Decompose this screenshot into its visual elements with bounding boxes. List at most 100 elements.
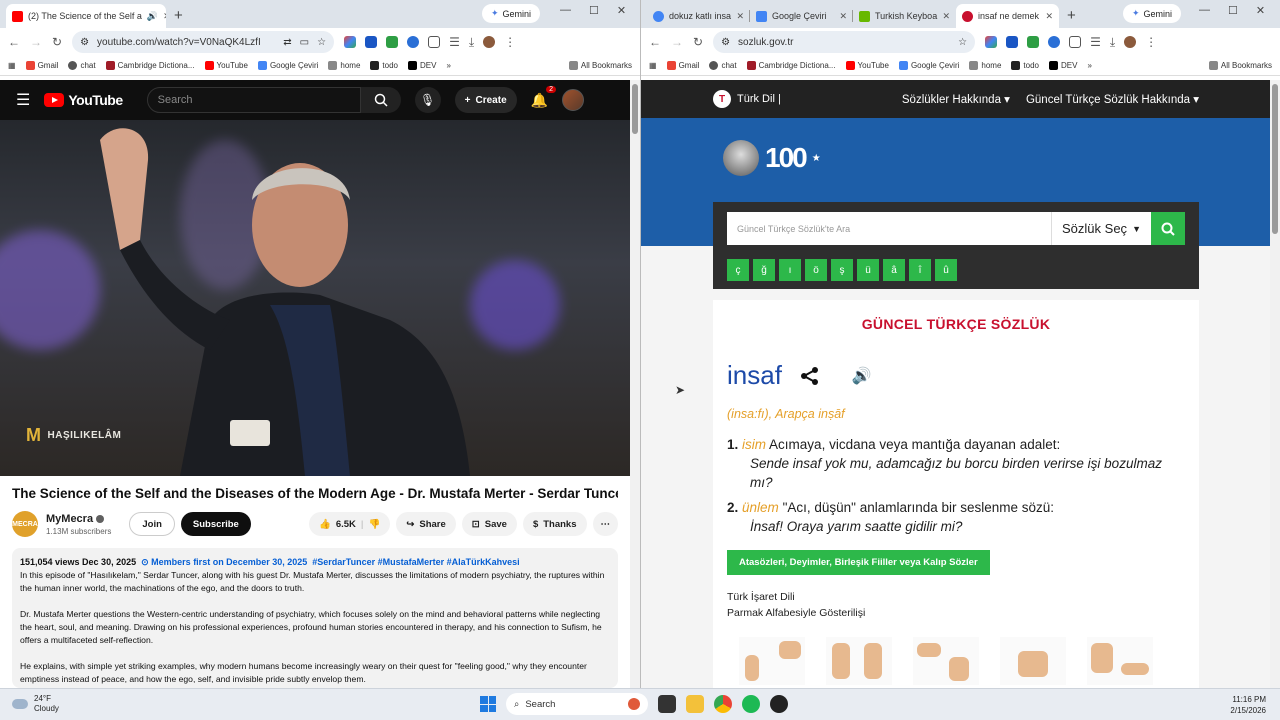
bookmark-star-icon[interactable]: ☆	[317, 37, 326, 48]
file-explorer-icon[interactable]	[686, 695, 704, 713]
thanks-button[interactable]: $ Thanks	[522, 512, 587, 536]
bookmark-todo[interactable]: todo	[1011, 61, 1039, 70]
bookmark-translate[interactable]: Google Çeviri	[257, 61, 318, 70]
close-tab-icon[interactable]: ✕	[839, 11, 847, 22]
audio-icon[interactable]: 🔊	[147, 11, 158, 22]
plus-ext-icon[interactable]	[365, 36, 378, 48]
download-icon[interactable]: ⤓	[1110, 35, 1115, 50]
gemini-button[interactable]: ✦ Gemini	[1123, 4, 1182, 23]
hashtags[interactable]: #SerdarTuncer #MustafaMerter #AlaTürkKah…	[312, 557, 519, 567]
page-scrollbar[interactable]	[630, 80, 640, 688]
profile-icon[interactable]	[1124, 36, 1137, 48]
translate-icon[interactable]: ⇄	[283, 37, 291, 48]
all-bookmarks[interactable]: All Bookmarks	[568, 61, 632, 70]
bookmark-home[interactable]: home	[328, 61, 360, 70]
github-icon[interactable]	[770, 695, 788, 713]
puzzle-icon[interactable]	[1069, 36, 1082, 48]
dictionary-search-input[interactable]: Güncel Türkçe Sözlük'te Ara	[727, 212, 1051, 245]
reload-icon[interactable]: ↻	[693, 35, 703, 49]
dictionary-select[interactable]: Sözlük Seç ▼	[1051, 212, 1151, 245]
bookmark-cambridge[interactable]: Cambridge Dictiona...	[105, 61, 195, 70]
blue-ext-icon[interactable]	[1048, 36, 1061, 48]
shield-icon[interactable]	[1027, 36, 1040, 48]
more-bookmarks-icon[interactable]: »	[1087, 61, 1091, 70]
channel-name-row[interactable]: MyMecra	[46, 513, 111, 525]
char-button[interactable]: ü	[857, 259, 879, 281]
char-button[interactable]: û	[935, 259, 957, 281]
channel-avatar[interactable]: MECRA	[12, 511, 38, 537]
tab-insaf[interactable]: insaf ne demek ✕	[956, 4, 1059, 28]
bookmark-todo[interactable]: todo	[370, 61, 398, 70]
spotify-icon[interactable]	[742, 695, 760, 713]
apps-icon[interactable]: ▦	[8, 61, 16, 70]
share-icon[interactable]	[800, 366, 820, 386]
join-button[interactable]: Join	[129, 512, 175, 536]
like-button[interactable]: 👍 6.5K | 👎	[308, 512, 391, 536]
more-menu-icon[interactable]: ⋮	[504, 35, 516, 49]
chrome-ext-icon[interactable]	[344, 36, 357, 48]
reload-icon[interactable]: ↻	[52, 35, 62, 49]
windows-start-icon[interactable]	[480, 696, 496, 712]
voice-search-button[interactable]: 🎙	[414, 87, 441, 113]
bookmark-chat[interactable]: chat	[709, 61, 737, 70]
chrome-ext-icon[interactable]	[985, 36, 998, 48]
user-avatar[interactable]	[562, 89, 585, 111]
maximize-icon[interactable]: ☐	[1228, 4, 1238, 17]
save-button[interactable]: ⊡ Save	[461, 512, 517, 536]
char-button[interactable]: ö	[805, 259, 827, 281]
plus-ext-icon[interactable]	[1006, 36, 1019, 48]
close-tab-icon[interactable]: ✕	[1045, 11, 1053, 22]
more-actions-button[interactable]: ⋯	[592, 512, 618, 536]
maximize-icon[interactable]: ☐	[589, 4, 599, 17]
description-box[interactable]: 151,054 views Dec 30, 2025 ⊙ Members fir…	[12, 548, 618, 688]
more-menu-icon[interactable]: ⋮	[1145, 35, 1157, 49]
notifications-button[interactable]: 🔔 2	[531, 85, 557, 109]
system-clock[interactable]: 11:16 PM 2/15/2026	[1230, 694, 1266, 716]
gemini-button[interactable]: ✦ Gemini	[482, 4, 541, 23]
close-window-icon[interactable]: ✕	[617, 4, 626, 17]
reading-list-icon[interactable]: ☰	[1090, 35, 1101, 49]
bookmark-home[interactable]: home	[969, 61, 1001, 70]
chrome-icon[interactable]	[714, 695, 732, 713]
bookmark-star-icon[interactable]: ☆	[958, 37, 967, 48]
download-icon[interactable]: ⤓	[469, 35, 474, 50]
forward-icon[interactable]: →	[671, 35, 683, 49]
new-tab-button[interactable]: +	[1059, 7, 1084, 28]
tdk-brand[interactable]: T Türk Dil |	[713, 90, 781, 108]
create-button[interactable]: + Create	[454, 87, 517, 113]
bookmark-gmail[interactable]: Gmail	[25, 61, 58, 70]
tab-google-search[interactable]: dokuz katlı insa ✕	[647, 4, 750, 28]
site-info-icon[interactable]: ⚙	[721, 37, 730, 48]
tab-turkish-keyboard[interactable]: Turkish Keyboa ✕	[853, 4, 956, 28]
char-button[interactable]: ç	[727, 259, 749, 281]
char-button[interactable]: î	[909, 259, 931, 281]
page-scrollbar[interactable]	[1270, 80, 1280, 688]
video-player[interactable]: M HAŞILIKELÂM	[0, 120, 630, 476]
all-bookmarks[interactable]: All Bookmarks	[1208, 61, 1272, 70]
forward-icon[interactable]: →	[30, 35, 42, 49]
menu-about-dictionaries[interactable]: Sözlükler Hakkında ▾	[902, 92, 1010, 106]
address-bar[interactable]: ⚙ sozluk.gov.tr ☆	[713, 31, 976, 53]
char-button[interactable]: ğ	[753, 259, 775, 281]
profile-icon[interactable]	[483, 36, 496, 48]
close-tab-icon[interactable]: ✕	[736, 11, 744, 22]
speaker-audio-icon[interactable]: 🔊	[852, 366, 872, 386]
hamburger-menu-icon[interactable]: ☰	[16, 90, 30, 110]
dictionary-search-button[interactable]	[1151, 212, 1185, 245]
scrollbar-thumb[interactable]	[632, 84, 638, 134]
minimize-icon[interactable]: —	[1199, 4, 1210, 17]
bookmark-gmail[interactable]: Gmail	[666, 61, 699, 70]
more-bookmarks-icon[interactable]: »	[446, 61, 450, 70]
scrollbar-thumb[interactable]	[1272, 84, 1278, 234]
address-bar[interactable]: ⚙ youtube.com/watch?v=V0NaQK4LzfI ⇄ ▭ ☆	[72, 31, 335, 53]
reading-list-icon[interactable]: ☰	[449, 35, 460, 49]
site-info-icon[interactable]: ⚙	[80, 37, 89, 48]
bookmark-translate[interactable]: Google Çeviri	[898, 61, 959, 70]
new-tab-button[interactable]: +	[166, 7, 191, 28]
share-button[interactable]: ↪ Share	[396, 512, 456, 536]
close-window-icon[interactable]: ✕	[1256, 4, 1265, 17]
minimize-icon[interactable]: —	[560, 4, 571, 17]
tab-google-translate[interactable]: Google Çeviri ✕	[750, 4, 853, 28]
tab-youtube[interactable]: (2) The Science of the Self a 🔊 ✕	[6, 4, 166, 28]
char-button[interactable]: ş	[831, 259, 853, 281]
